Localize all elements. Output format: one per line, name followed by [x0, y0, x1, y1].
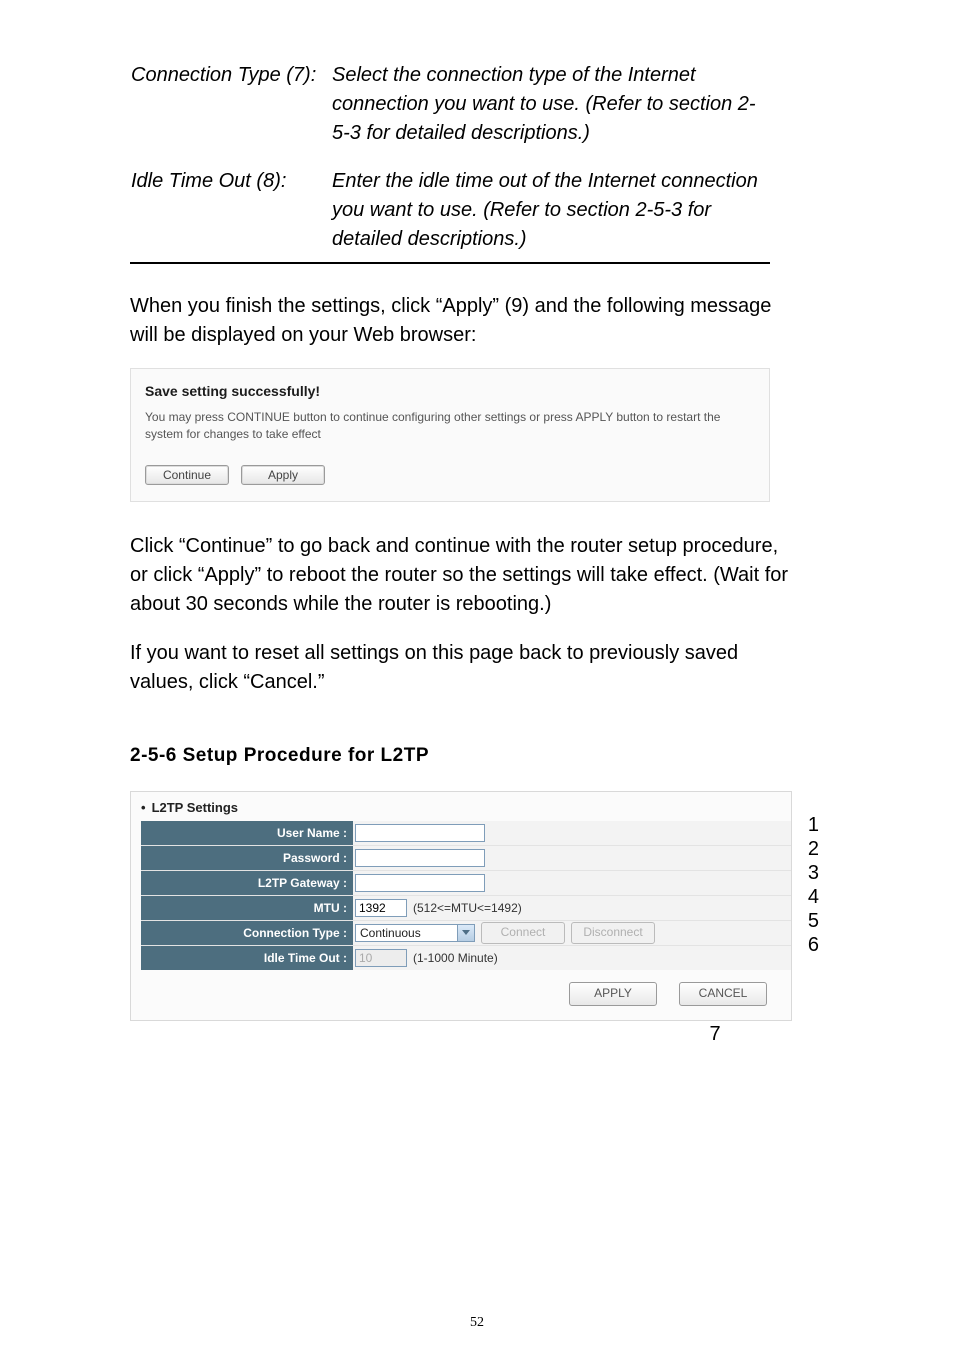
definition-label: Idle Time Out (8):: [130, 166, 331, 263]
l2tp-cancel-button[interactable]: CANCEL: [679, 982, 767, 1006]
body-paragraph: Click “Continue” to go back and continue…: [130, 532, 790, 619]
disconnect-button[interactable]: Disconnect: [571, 922, 655, 944]
idle-timeout-label: Idle Time Out :: [141, 946, 353, 970]
callout-7: 7: [130, 1023, 954, 1046]
l2tp-panel-title: L2TP Settings: [141, 800, 791, 815]
chevron-down-icon: [457, 925, 474, 941]
idle-timeout-input[interactable]: [355, 949, 407, 967]
callout-4: 4: [808, 886, 819, 909]
definition-label: Connection Type (7):: [130, 60, 331, 166]
password-label: Password :: [141, 846, 353, 870]
l2tp-gateway-input[interactable]: [355, 874, 485, 892]
save-settings-dialog: Save setting successfully! You may press…: [130, 368, 770, 502]
l2tp-gateway-label: L2TP Gateway :: [141, 871, 353, 895]
section-heading: 2-5-6 Setup Procedure for L2TP: [130, 745, 844, 767]
callout-5: 5: [808, 910, 819, 933]
definition-desc: Select the connection type of the Intern…: [331, 60, 770, 166]
mtu-input[interactable]: [355, 899, 407, 917]
username-label: User Name :: [141, 821, 353, 845]
mtu-hint: (512<=MTU<=1492): [413, 901, 522, 915]
body-paragraph: When you finish the settings, click “App…: [130, 292, 790, 350]
apply-button[interactable]: Apply: [241, 465, 325, 485]
definition-table: Connection Type (7): Select the connecti…: [130, 60, 770, 264]
dialog-text: You may press CONTINUE button to continu…: [145, 409, 757, 443]
connection-type-value: Continuous: [360, 926, 421, 940]
callout-3: 3: [808, 862, 819, 885]
l2tp-action-row: APPLY CANCEL: [141, 970, 791, 1006]
connection-type-label: Connection Type :: [141, 921, 353, 945]
definition-desc: Enter the idle time out of the Internet …: [331, 166, 770, 263]
idle-timeout-hint: (1-1000 Minute): [413, 951, 498, 965]
connect-button[interactable]: Connect: [481, 922, 565, 944]
dialog-title: Save setting successfully!: [145, 383, 757, 399]
dialog-button-row: Continue Apply: [145, 465, 757, 485]
l2tp-apply-button[interactable]: APPLY: [569, 982, 657, 1006]
callout-2: 2: [808, 838, 819, 861]
callout-6: 6: [808, 934, 819, 957]
page-number: 52: [470, 1315, 484, 1331]
body-paragraph: If you want to reset all settings on thi…: [130, 639, 790, 697]
mtu-label: MTU :: [141, 896, 353, 920]
l2tp-settings-panel: L2TP Settings User Name : 1 Password : 2…: [130, 791, 792, 1021]
document-page: Connection Type (7): Select the connecti…: [0, 0, 954, 1351]
callout-1: 1: [808, 814, 819, 837]
connection-type-select[interactable]: Continuous: [355, 924, 475, 942]
password-input[interactable]: [355, 849, 485, 867]
continue-button[interactable]: Continue: [145, 465, 229, 485]
username-input[interactable]: [355, 824, 485, 842]
